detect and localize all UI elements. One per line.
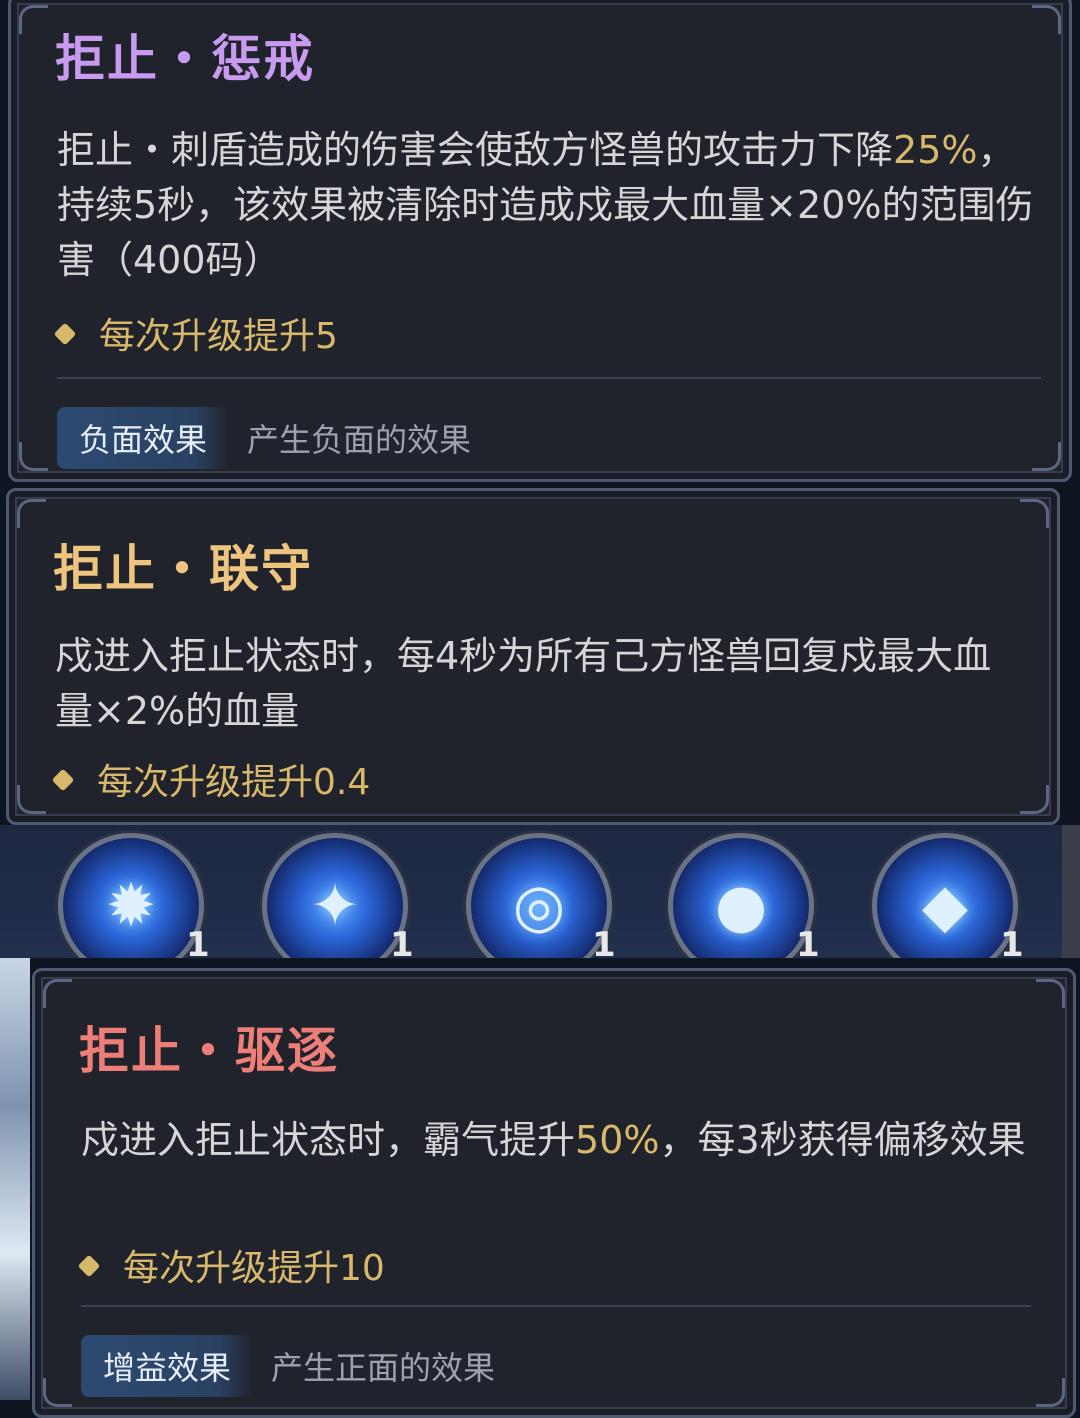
- frame-corner: [1036, 1378, 1065, 1407]
- frame-corner: [19, 442, 48, 471]
- frame-corner: [17, 785, 46, 814]
- skill-card-punish: 拒止・惩戒 拒止・刺盾造成的伤害会使敌方怪兽的攻击力下降25%，持续5秒，该效果…: [8, 0, 1072, 482]
- upgrade-bonus: 每次升级提升0.4: [51, 753, 370, 805]
- card-description: 戍进入拒止状态时，每4秒为所有己方怪兽回复戍最大血量×2%的血量: [55, 634, 992, 733]
- frame-corner: [43, 1378, 72, 1407]
- frame-corner: [43, 979, 72, 1008]
- card-description: 戍进入拒止状态时，霸气提升50%，每3秒获得偏移效果: [81, 1118, 1026, 1162]
- skill-level: 1: [186, 925, 210, 958]
- skill-card-expel: 拒止・驱逐 戍进入拒止状态时，霸气提升50%，每3秒获得偏移效果 每次升级提升1…: [32, 968, 1076, 1418]
- card-title: 拒止・驱逐: [79, 1022, 339, 1080]
- frame-corner: [1020, 785, 1049, 814]
- skill-level: 1: [796, 925, 820, 958]
- upgrade-bonus: 每次升级提升5: [53, 307, 338, 359]
- frame-corner: [17, 499, 46, 528]
- card-title: 拒止・联守: [53, 540, 313, 598]
- divider: [57, 377, 1041, 379]
- diamond-bullet-icon: [77, 1254, 101, 1278]
- card-description: 拒止・刺盾造成的伤害会使敌方怪兽的攻击力下降25%，持续5秒，该效果被清除时造成…: [57, 128, 1034, 282]
- divider: [81, 1305, 1031, 1307]
- card-title: 拒止・惩戒: [55, 30, 315, 88]
- star-burst-icon[interactable]: ✦: [262, 833, 408, 958]
- dragon-icon[interactable]: ✹: [58, 833, 204, 958]
- effect-tag-row: 负面效果 产生负面的效果: [57, 407, 471, 469]
- skill-level: 1: [390, 925, 414, 958]
- skill-icon-strip: ✹ 1 ✦ 1 ◎ 1 ● 1 ◆ 1: [0, 825, 1080, 958]
- effect-tag-row: 增益效果 产生正面的效果: [81, 1335, 495, 1397]
- frame-corner: [1032, 442, 1061, 471]
- frame-corner: [1032, 5, 1061, 34]
- skill-card-joint-defense: 拒止・联守 戍进入拒止状态时，每4秒为所有己方怪兽回复戍最大血量×2%的血量 每…: [6, 488, 1060, 825]
- diamond-bullet-icon: [51, 768, 75, 792]
- crystal-icon[interactable]: ◆: [872, 833, 1018, 958]
- effect-tag-description: 产生负面的效果: [247, 421, 472, 459]
- orb-icon[interactable]: ●: [668, 833, 814, 958]
- effect-tag-negative[interactable]: 负面效果: [57, 407, 230, 469]
- effect-tag-positive[interactable]: 增益效果: [81, 1335, 254, 1397]
- background-edge: [0, 958, 30, 1400]
- frame-corner: [1036, 979, 1065, 1008]
- frame-corner: [1020, 499, 1049, 528]
- skill-level: 1: [1000, 925, 1024, 958]
- effect-tag-description: 产生正面的效果: [271, 1349, 496, 1387]
- vortex-icon[interactable]: ◎: [466, 833, 612, 958]
- upgrade-bonus: 每次升级提升10: [77, 1239, 385, 1291]
- frame-corner: [19, 5, 48, 34]
- diamond-bullet-icon: [53, 322, 77, 346]
- background-edge: [1062, 825, 1080, 958]
- skill-level: 1: [592, 925, 616, 958]
